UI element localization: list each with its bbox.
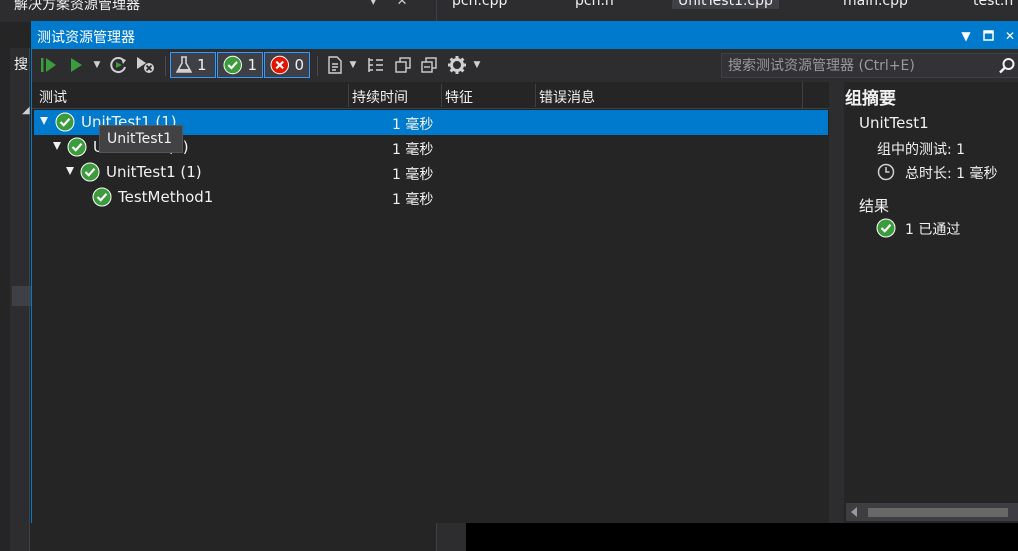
group-by-icon[interactable] <box>365 53 387 77</box>
passed-icon <box>80 162 100 182</box>
test-duration: 1 毫秒 <box>392 142 434 158</box>
toolbar: ▼ 1 1 0 ▼ ▼ 搜索测试资源管理器 (Ctrl+E) <box>32 49 1018 82</box>
clock-icon <box>877 163 895 181</box>
expand-arrow-icon[interactable] <box>40 117 48 125</box>
title-buttons: ▼ ✕ <box>956 22 1018 49</box>
tab-pch-h[interactable]: pch.h <box>575 0 614 9</box>
failed-tests-filter[interactable]: 0 <box>264 52 310 78</box>
tab-main-cpp[interactable]: main.cpp <box>843 0 908 9</box>
tab-test-h[interactable]: test.h <box>973 0 1013 9</box>
total-duration: 总时长: 1 毫秒 <box>905 166 998 182</box>
column-header-error[interactable]: 错误消息 <box>539 87 595 107</box>
scrollbar-thumb[interactable] <box>868 508 1008 517</box>
passed-icon <box>67 137 87 157</box>
column-header-duration[interactable]: 持续时间 <box>352 87 408 107</box>
total-tests-filter[interactable]: 1 <box>170 52 216 78</box>
toolbar-separator <box>165 56 166 76</box>
column-divider[interactable] <box>535 84 536 107</box>
summary-header: 组摘要 <box>845 89 896 109</box>
test-row[interactable]: UnitTest1 (1) 1 毫秒 <box>34 160 828 185</box>
column-divider[interactable] <box>441 84 442 107</box>
passed-result[interactable]: 1 已通过 <box>905 219 960 239</box>
solution-explorer-pin-close-icons[interactable]: ▾ ✕ <box>370 0 416 9</box>
results-header: 结果 <box>859 197 890 215</box>
column-divider[interactable] <box>348 84 349 107</box>
tab-unittest1-cpp[interactable]: UnitTest1.cpp <box>672 0 779 9</box>
tab-pch-cpp[interactable]: pch.cpp <box>452 0 507 9</box>
solution-explorer-search-label[interactable]: 搜 <box>14 54 28 74</box>
passed-icon <box>876 218 896 238</box>
run-icon[interactable] <box>65 53 87 77</box>
expand-all-icon[interactable] <box>393 53 413 77</box>
cancel-run-icon[interactable] <box>133 53 157 77</box>
run-dropdown-icon[interactable]: ▼ <box>90 53 104 77</box>
toolbar-separator <box>317 56 318 76</box>
passed-icon <box>55 112 75 132</box>
test-explorer-window: 测试资源管理器 ▼ ✕ ▼ 1 1 0 ▼ ▼ 搜索测试资源管理器 (Ctrl+… <box>31 21 1018 523</box>
flask-icon <box>176 56 192 73</box>
test-duration: 1 毫秒 <box>392 192 434 208</box>
test-duration: 1 毫秒 <box>392 117 434 133</box>
passed-count: 1 <box>247 56 257 74</box>
playlist-icon[interactable] <box>324 53 346 77</box>
passed-icon <box>223 55 242 75</box>
settings-dropdown-icon[interactable]: ▼ <box>471 53 483 77</box>
collapse-all-icon[interactable] <box>419 53 439 77</box>
editor-tab-strip: pch.cpp pch.h UnitTest1.cpp main.cpp tes… <box>445 0 1018 12</box>
column-header-test[interactable]: 测试 <box>39 87 67 107</box>
test-row[interactable]: TestMethod1 1 毫秒 <box>34 185 828 210</box>
tests-in-group: 组中的测试: 1 <box>877 142 966 158</box>
scroll-left-icon[interactable] <box>851 507 857 517</box>
test-search-input[interactable] <box>722 54 990 77</box>
pane-splitter[interactable] <box>829 82 844 523</box>
test-name: UnitTest1 (1) <box>106 163 202 181</box>
expand-arrow-icon[interactable] <box>66 167 74 175</box>
summary-pane: 组摘要 UnitTest1 组中的测试: 1 总时长: 1 毫秒 结果 1 已通… <box>844 82 1018 523</box>
column-headers: 测试 持续时间 特征 错误消息 <box>32 82 829 109</box>
horizontal-scrollbar[interactable] <box>846 503 1018 521</box>
total-count: 1 <box>197 56 207 74</box>
close-icon[interactable]: ✕ <box>1000 26 1018 46</box>
column-header-traits[interactable]: 特征 <box>445 87 473 107</box>
passed-icon <box>92 187 112 207</box>
failed-icon <box>270 55 289 75</box>
tooltip: UnitTest1 <box>99 125 183 153</box>
expand-arrow-icon[interactable] <box>53 142 61 150</box>
maximize-icon[interactable] <box>978 26 998 46</box>
gear-icon[interactable] <box>446 53 468 77</box>
expand-arrow-icon[interactable]: ◢ <box>22 105 30 116</box>
search-icon[interactable] <box>998 57 1016 75</box>
test-name: TestMethod1 <box>118 188 214 206</box>
test-search-box <box>721 53 1018 78</box>
dropdown-icon[interactable]: ▼ <box>956 26 976 46</box>
passed-tests-filter[interactable]: 1 <box>217 52 263 78</box>
test-duration: 1 毫秒 <box>392 167 434 183</box>
failed-count: 0 <box>294 56 304 74</box>
window-title: 测试资源管理器 <box>37 30 135 46</box>
column-header-end <box>802 82 829 109</box>
run-all-icon[interactable] <box>37 53 61 77</box>
group-name: UnitTest1 <box>859 114 929 132</box>
playlist-dropdown-icon[interactable]: ▼ <box>347 53 359 77</box>
editor-dark-region <box>466 522 1018 551</box>
rerun-icon[interactable] <box>108 53 130 77</box>
solution-explorer-title: 解决方案资源管理器 <box>14 0 140 13</box>
title-bar[interactable]: 测试资源管理器 ▼ ✕ <box>32 22 1018 49</box>
